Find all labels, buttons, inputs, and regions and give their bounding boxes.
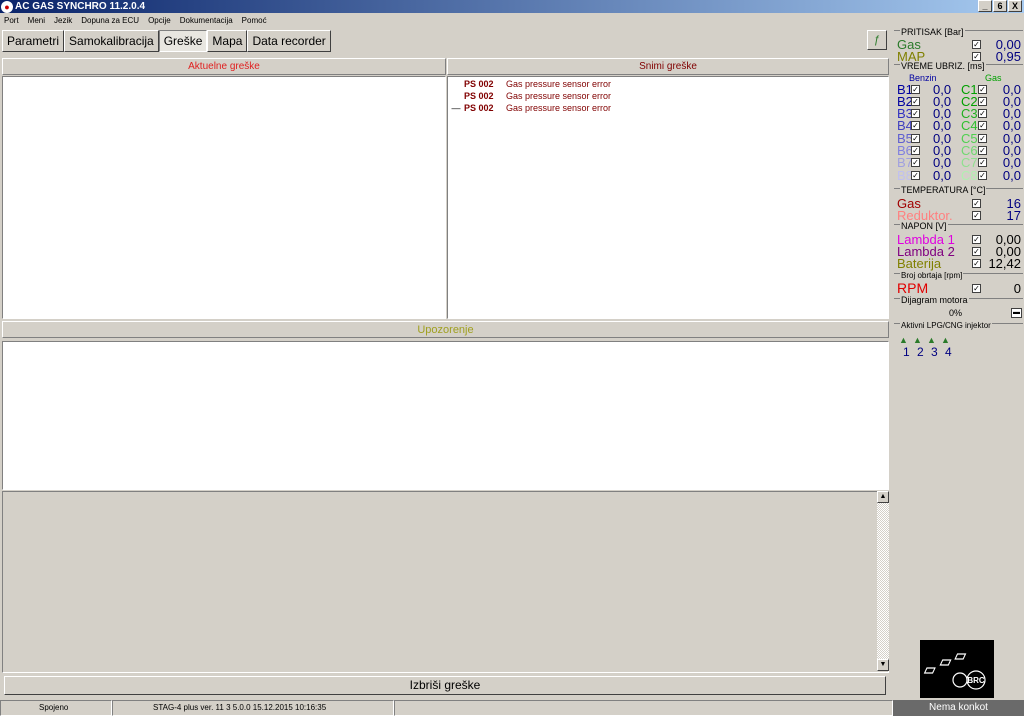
voltage-baterija-checkbox[interactable]: ✓	[972, 258, 981, 268]
pressure-gas-checkbox[interactable]: ✓	[972, 39, 981, 49]
engine-title: Dijagram motora	[900, 295, 969, 305]
benzin-checkbox[interactable]: ✓	[911, 158, 920, 168]
injection-title: VREME UBRIZ. [ms]	[900, 61, 986, 71]
svg-text:BRC: BRC	[967, 676, 985, 685]
menu-pomoc[interactable]: Pomoć	[242, 16, 267, 25]
warnings-list[interactable]	[2, 341, 889, 490]
voltage-lambda2-checkbox[interactable]: ✓	[972, 246, 981, 256]
injectors-title: Aktivni LPG/CNG injektor	[900, 321, 992, 330]
temperature-reduktor-row: Reduktor. ✓ 17	[897, 207, 1021, 223]
app-icon: ●	[1, 0, 13, 13]
engine-row: 0% ▬	[949, 308, 1022, 318]
gas-checkbox[interactable]: ✓	[978, 84, 987, 94]
gas-checkbox[interactable]: ✓	[978, 170, 987, 180]
benzin-checkbox[interactable]: ✓	[911, 109, 920, 119]
temperature-reduktor-checkbox[interactable]: ✓	[972, 210, 981, 220]
menu-meni[interactable]: Meni	[28, 16, 45, 25]
injector-numbers: 1 2 3 4	[903, 345, 952, 359]
menu-port[interactable]: Port	[4, 16, 19, 25]
rpm-title: Broj obrtaja [rpm]	[900, 271, 964, 280]
tab-bar: Parametri Samokalibracija Greške Mapa Da…	[2, 30, 331, 52]
voltage-baterija-row: Baterija ✓ 12,42	[897, 255, 1021, 271]
gas-checkbox[interactable]: ✓	[978, 109, 987, 119]
scroll-down-icon[interactable]: ▼	[877, 659, 889, 671]
pressure-map-checkbox[interactable]: ✓	[972, 51, 981, 61]
brand-logo-icon: BRC	[908, 640, 994, 698]
gas-checkbox[interactable]: ✓	[978, 96, 987, 106]
gas-checkbox[interactable]: ✓	[978, 121, 987, 131]
benzin-checkbox[interactable]: ✓	[911, 84, 920, 94]
error-row[interactable]: PS 002 Gas pressure sensor error	[448, 90, 888, 102]
rpm-row: RPM ✓ 0	[897, 280, 1021, 296]
logo-label: Nema konkot	[893, 700, 1024, 716]
vertical-scrollbar[interactable]: ▲ ▼	[877, 491, 889, 671]
connection-status: Spojeno	[0, 700, 112, 716]
benzin-checkbox[interactable]: ✓	[911, 146, 920, 155]
benzin-checkbox[interactable]: ✓	[911, 133, 920, 143]
window-title: AC GAS SYNCHRO 11.2.0.4	[15, 1, 146, 12]
error-row[interactable]: — PS 002 Gas pressure sensor error	[448, 102, 888, 114]
log-area	[2, 491, 889, 673]
injector-3-icon: ▲	[927, 335, 936, 345]
rpm-checkbox[interactable]: ✓	[972, 283, 981, 293]
active-errors-header: Aktuelne greške	[2, 58, 446, 75]
scroll-up-icon[interactable]: ▲	[877, 491, 889, 503]
warnings-header: Upozorenje	[2, 321, 889, 338]
menu-dopuna[interactable]: Dopuna za ECU	[81, 16, 139, 25]
status-bar: Spojeno STAG-4 plus ver. 11 3 5.0.0 15.1…	[0, 700, 893, 716]
gas-checkbox[interactable]: ✓	[978, 146, 987, 155]
close-button[interactable]: X	[1008, 0, 1022, 12]
restore-button[interactable]: 6	[993, 0, 1007, 12]
engine-dropdown[interactable]: ▬	[1011, 308, 1022, 318]
temperature-title: TEMPERATURA [°C]	[900, 185, 987, 195]
menu-opcije[interactable]: Opcije	[148, 16, 171, 25]
saved-errors-header: Snimi greške	[447, 58, 889, 75]
gas-checkbox[interactable]: ✓	[978, 133, 987, 143]
menu-jezik[interactable]: Jezik	[54, 16, 72, 25]
title-bar: ● AC GAS SYNCHRO 11.2.0.4 _ 6 X	[0, 0, 1024, 13]
menu-bar: Port Meni Jezik Dopuna za ECU Opcije Dok…	[0, 14, 267, 26]
menu-dokumentacija[interactable]: Dokumentacija	[180, 16, 233, 25]
benzin-checkbox[interactable]: ✓	[911, 121, 920, 131]
voltage-title: NAPON [V]	[900, 221, 948, 231]
status-empty	[394, 700, 893, 716]
device-info: STAG-4 plus ver. 11 3 5.0.0 15.12.2015 1…	[112, 700, 394, 716]
tab-greske[interactable]: Greške	[158, 30, 208, 52]
gas-checkbox[interactable]: ✓	[978, 158, 987, 168]
minimize-button[interactable]: _	[978, 0, 992, 12]
error-row[interactable]: PS 002 Gas pressure sensor error	[448, 78, 888, 90]
injection-row: B8 ✓ 0,0 C8 ✓ 0,0	[897, 167, 1021, 183]
tab-samokalibracija[interactable]: Samokalibracija	[64, 30, 159, 52]
injector-4-icon: ▲	[941, 335, 950, 345]
tab-parametri[interactable]: Parametri	[2, 30, 65, 52]
active-errors-list[interactable]	[2, 76, 446, 319]
injector-1-icon: ▲	[899, 335, 908, 345]
benzin-checkbox[interactable]: ✓	[911, 170, 920, 180]
saved-errors-list[interactable]: PS 002 Gas pressure sensor error PS 002 …	[447, 76, 889, 319]
tab-mapa[interactable]: Mapa	[207, 30, 248, 52]
temperature-gas-checkbox[interactable]: ✓	[972, 198, 981, 208]
logo-graphic: BRC	[908, 653, 986, 690]
sensor-panel: PRITISAK [Bar] Gas ✓ 0,00 MAP ✓ 0,95 VRE…	[893, 26, 1024, 716]
tab-data-recorder[interactable]: Data recorder	[247, 30, 331, 52]
voltage-lambda1-checkbox[interactable]: ✓	[972, 234, 981, 244]
function-button[interactable]: ƒ	[867, 30, 887, 50]
delete-errors-button[interactable]: Izbriši greške	[4, 676, 886, 695]
benzin-checkbox[interactable]: ✓	[911, 96, 920, 106]
injector-2-icon: ▲	[913, 335, 922, 345]
